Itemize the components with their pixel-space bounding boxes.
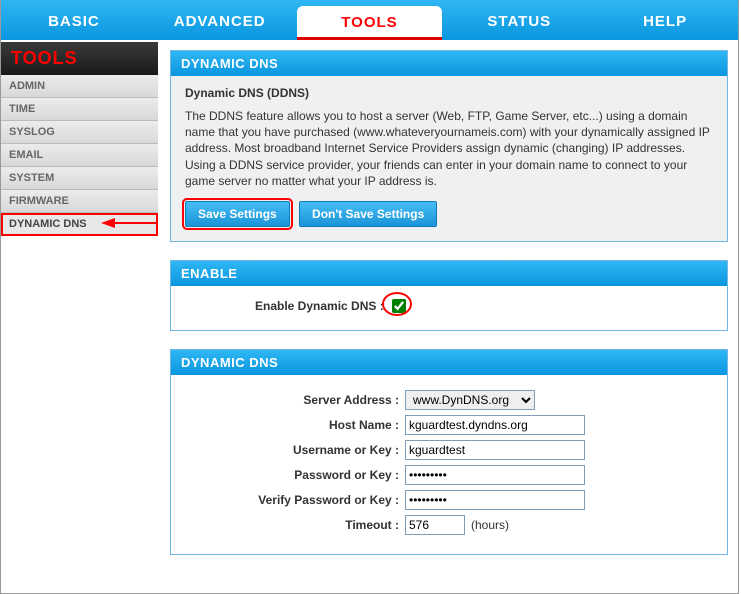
panel-intro: DYNAMIC DNS Dynamic DNS (DDNS) The DDNS … — [170, 50, 728, 242]
panel-enable: ENABLE Enable Dynamic DNS : — [170, 260, 728, 331]
timeout-suffix: (hours) — [471, 518, 509, 532]
host-name-label: Host Name : — [185, 418, 405, 432]
sidebar-item-email[interactable]: EMAIL — [1, 144, 158, 167]
panel-heading: DYNAMIC DNS — [171, 350, 727, 375]
save-settings-button[interactable]: Save Settings — [185, 201, 290, 227]
verify-password-label: Verify Password or Key : — [185, 493, 405, 507]
dont-save-settings-button[interactable]: Don't Save Settings — [299, 201, 437, 227]
server-address-select[interactable]: www.DynDNS.org — [405, 390, 535, 410]
sidebar-item-time[interactable]: TIME — [1, 98, 158, 121]
sidebar: TOOLS ADMIN TIME SYSLOG EMAIL SYSTEM FIR… — [1, 42, 158, 236]
content: DYNAMIC DNS Dynamic DNS (DDNS) The DDNS … — [158, 42, 738, 593]
verify-password-input[interactable] — [405, 490, 585, 510]
panel-heading: ENABLE — [171, 261, 727, 286]
top-nav: BASIC ADVANCED TOOLS STATUS HELP — [1, 0, 738, 42]
tab-advanced[interactable]: ADVANCED — [147, 3, 293, 40]
host-name-input[interactable] — [405, 415, 585, 435]
sidebar-item-label: DYNAMIC DNS — [9, 218, 87, 230]
password-input[interactable] — [405, 465, 585, 485]
sidebar-title: TOOLS — [1, 42, 158, 75]
tab-help[interactable]: HELP — [592, 3, 738, 40]
enable-ddns-label: Enable Dynamic DNS : — [255, 299, 384, 313]
tab-basic[interactable]: BASIC — [1, 3, 147, 40]
username-label: Username or Key : — [185, 443, 405, 457]
panel-ddns: DYNAMIC DNS Server Address : www.DynDNS.… — [170, 349, 728, 555]
panel-heading: DYNAMIC DNS — [171, 51, 727, 76]
intro-description: The DDNS feature allows you to host a se… — [185, 108, 713, 189]
sidebar-item-dynamic-dns[interactable]: DYNAMIC DNS — [1, 213, 158, 236]
server-address-label: Server Address : — [185, 393, 405, 407]
tab-status[interactable]: STATUS — [446, 3, 592, 40]
annotation-oval — [388, 296, 409, 316]
intro-subhead: Dynamic DNS (DDNS) — [185, 86, 713, 100]
tab-tools[interactable]: TOOLS — [297, 6, 443, 40]
sidebar-item-syslog[interactable]: SYSLOG — [1, 121, 158, 144]
sidebar-item-admin[interactable]: ADMIN — [1, 75, 158, 98]
sidebar-item-firmware[interactable]: FIRMWARE — [1, 190, 158, 213]
username-input[interactable] — [405, 440, 585, 460]
timeout-label: Timeout : — [185, 518, 405, 532]
annotation-arrow-icon — [101, 216, 156, 230]
sidebar-item-system[interactable]: SYSTEM — [1, 167, 158, 190]
password-label: Password or Key : — [185, 468, 405, 482]
enable-ddns-checkbox[interactable] — [392, 299, 406, 313]
